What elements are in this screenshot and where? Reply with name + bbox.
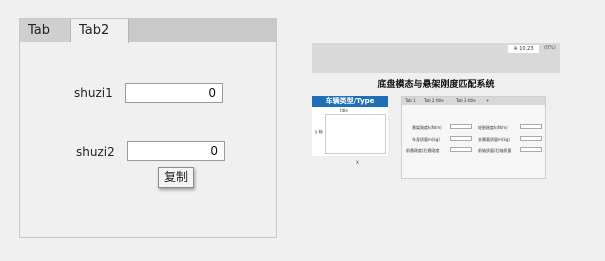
preview-header: ※ 10.23 (0%) bbox=[312, 43, 560, 73]
preview-header-user: (0%) bbox=[544, 45, 556, 51]
preview-row-1-left-box bbox=[450, 124, 472, 129]
preview-left-header: 车辆类型/Type bbox=[312, 96, 388, 107]
preview-plot-area bbox=[325, 114, 386, 154]
tab-panel: Tab Tab2 shuzi1 0 shuzi2 0 复制 bbox=[19, 18, 277, 238]
shuzi2-label: shuzi2 bbox=[76, 145, 115, 159]
tab-bar: Tab Tab2 bbox=[20, 19, 276, 43]
preview-row-1-right-box bbox=[520, 124, 542, 129]
tab-2[interactable]: Tab2 bbox=[71, 19, 129, 43]
app-preview-thumbnail: ※ 10.23 (0%) 底盘模态与悬架刚度匹配系统 车辆类型/Type tit… bbox=[312, 43, 560, 183]
preview-tab-1: Tab 1 bbox=[405, 98, 416, 103]
preview-plot-title: title bbox=[340, 108, 348, 113]
preview-row-2-right-box bbox=[520, 136, 542, 141]
preview-tab-3: Tab 3 title bbox=[456, 98, 476, 103]
tab-1[interactable]: Tab bbox=[20, 19, 71, 42]
preview-title: 底盘模态与悬架刚度匹配系统 bbox=[377, 80, 495, 90]
preview-row-2-right: 非簧载质量m(kg) bbox=[478, 137, 510, 142]
preview-tab-add: + bbox=[486, 98, 490, 103]
copy-button[interactable]: 复制 bbox=[158, 167, 194, 188]
preview-left-panel: 车辆类型/Type title y 轴 bbox=[312, 96, 388, 156]
shuzi2-field[interactable]: 0 bbox=[127, 141, 225, 161]
shuzi1-label: shuzi1 bbox=[74, 86, 113, 100]
preview-right-panel: Tab 1 Tab 2 title Tab 3 title + 悬架刚度k(N/… bbox=[401, 96, 546, 179]
preview-row-2-left-box bbox=[450, 136, 472, 141]
preview-header-badge: ※ 10.23 bbox=[508, 45, 539, 53]
preview-plot-ylabel: y 轴 bbox=[315, 129, 323, 134]
preview-row-3-left-box bbox=[450, 147, 472, 152]
preview-plot-xlabel: X bbox=[356, 160, 359, 165]
shuzi1-field[interactable]: 0 bbox=[125, 83, 223, 103]
preview-tabs: Tab 1 Tab 2 title Tab 3 title + bbox=[402, 97, 545, 105]
preview-row-3-right-box bbox=[520, 147, 542, 152]
preview-row-2-left: 车身质量m(kg) bbox=[412, 137, 440, 142]
preview-row-1-left: 悬架刚度k(N/m) bbox=[412, 125, 442, 130]
preview-tab-2: Tab 2 title bbox=[424, 98, 444, 103]
preview-row-3-right: 前轴质量/后轴质量 bbox=[478, 148, 512, 153]
preview-row-3-left: 前悬刚度/后悬刚度 bbox=[406, 148, 440, 153]
preview-row-1-right: 轮胎刚度k(N/m) bbox=[478, 125, 508, 130]
